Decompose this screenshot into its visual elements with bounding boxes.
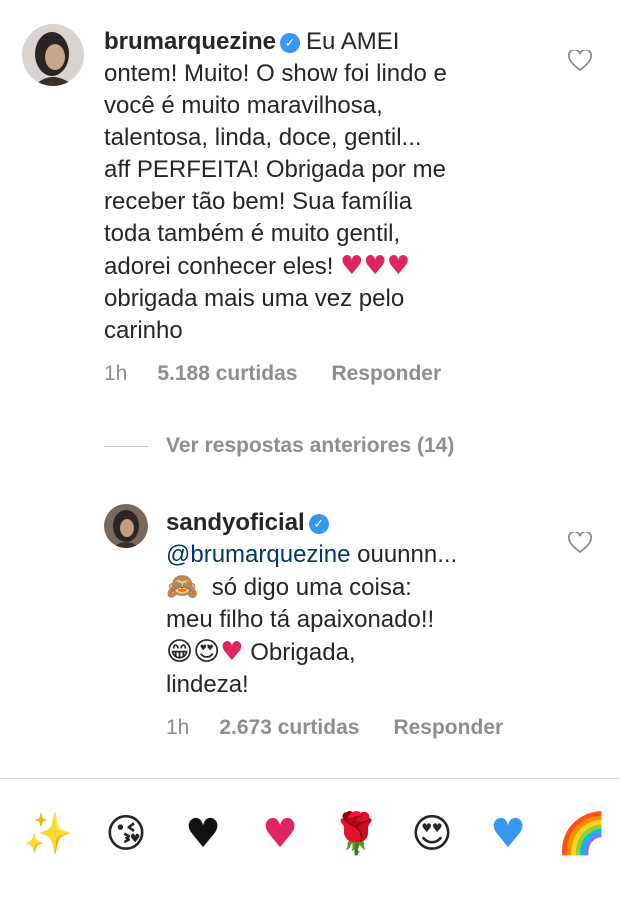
red-heart-icon[interactable]: ♥ (254, 808, 306, 860)
heart-emoji-icon: ♥♥♥ (340, 251, 411, 281)
verified-badge-icon: ✓ (308, 514, 329, 534)
comment-text-line: Eu AMEI (306, 28, 400, 55)
sparkles-icon[interactable]: ✨ (22, 808, 74, 860)
comment-text-line: meu filho tá apaixonado!! (166, 606, 435, 633)
heart-eyes-icon: 😍 (193, 637, 221, 667)
likes-count[interactable]: 2.673 curtidas (219, 716, 359, 739)
comment-text-line: adorei conhecer eles! (104, 253, 334, 280)
grinning-face-icon: 😁 (166, 637, 194, 667)
comment-meta: 1h 5.188 curtidas Responder (104, 362, 475, 386)
comment-text-line: obrigada mais uma vez pelo (104, 285, 405, 312)
avatar[interactable] (22, 24, 84, 86)
comment-text-line: carinho (104, 317, 183, 344)
comment-text-line: você é muito maravilhosa, (104, 92, 383, 119)
heart-eyes-icon[interactable]: 😍 (406, 808, 458, 860)
reply-button[interactable]: Responder (393, 716, 503, 739)
comment-text-line: receber tão bem! Sua família (104, 188, 413, 215)
red-heart-icon: ♥ (220, 637, 244, 667)
username[interactable]: sandyoficial (166, 509, 305, 536)
reply-button[interactable]: Responder (331, 362, 441, 385)
rainbow-icon[interactable]: 🌈 (556, 808, 608, 860)
comment-meta: 1h 2.673 curtidas Responder (166, 716, 537, 740)
username[interactable]: brumarquezine (104, 28, 276, 55)
comment-text-line: ontem! Muito! O show foi lindo e (104, 60, 447, 87)
see-no-evil-monkey-icon: 🙈 (166, 572, 199, 602)
like-heart-icon[interactable] (568, 48, 592, 77)
view-replies-label: Ver respostas anteriores (14) (166, 434, 455, 457)
avatar[interactable] (104, 504, 148, 548)
comment-text-line: lindeza! (166, 671, 249, 698)
emoji-bar-divider (0, 778, 620, 779)
verified-badge-icon: ✓ (280, 33, 301, 53)
divider-line (104, 445, 148, 447)
timestamp: 1h (104, 362, 128, 385)
like-heart-icon[interactable] (568, 530, 592, 559)
black-heart-icon[interactable]: ♥ (177, 808, 229, 860)
rose-icon[interactable]: 🌹 (330, 808, 382, 860)
mention-link[interactable]: @brumarquezine (166, 541, 350, 568)
likes-count[interactable]: 5.188 curtidas (157, 362, 297, 385)
comment-text-line: aff PERFEITA! Obrigada por me (104, 156, 446, 183)
comment-text-line: Obrigada, (250, 639, 356, 666)
kiss-face-icon[interactable]: 😘 (100, 808, 152, 860)
blue-heart-icon[interactable]: ♥ (482, 808, 534, 860)
view-previous-replies[interactable]: Ver respostas anteriores (14) (104, 430, 454, 462)
comment-text-line: ouunnn... (357, 541, 458, 568)
comment-text-line: só digo uma coisa: (211, 574, 412, 601)
comment-text-line: talentosa, linda, doce, gentil... (104, 124, 422, 151)
quick-emoji-bar: ✨ 😘 ♥ ♥ 🌹 😍 ♥ 🌈 (0, 800, 620, 870)
comment-text-line: toda também é muito gentil, (104, 220, 401, 247)
timestamp: 1h (166, 716, 190, 739)
